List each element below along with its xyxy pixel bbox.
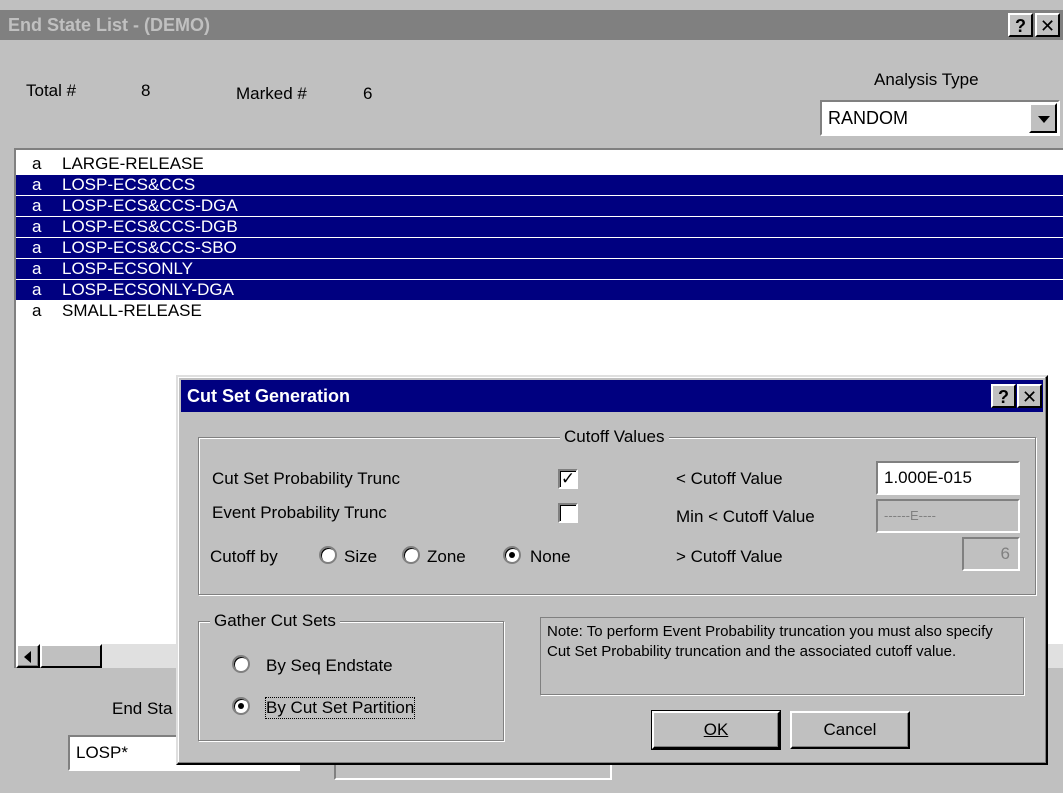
cut-set-prob-trunc-checkbox[interactable]: ✓ xyxy=(558,469,578,489)
gather-cut-sets-title: Gather Cut Sets xyxy=(210,611,340,631)
window-titlebar: End State List - (DEMO) ? ✕ xyxy=(0,10,1063,40)
window-title: End State List - (DEMO) xyxy=(8,15,210,35)
analysis-type-label: Analysis Type xyxy=(874,70,979,89)
end-state-filter-value: LOSP* xyxy=(76,743,128,762)
list-item-mark: a xyxy=(32,301,42,320)
cutoff-by-none-label: None xyxy=(530,547,571,566)
gt-cutoff-value: 6 xyxy=(1000,544,1010,563)
lt-cutoff-input[interactable]: 1.000E-015 xyxy=(876,461,1020,495)
lt-cutoff-label: < Cutoff Value xyxy=(676,469,783,488)
by-seq-endstate-radio[interactable] xyxy=(232,655,250,673)
min-lt-cutoff-label: Min < Cutoff Value xyxy=(676,507,815,526)
marked-label: Marked # xyxy=(236,84,307,103)
close-button[interactable]: ✕ xyxy=(1035,13,1060,37)
dialog-help-button[interactable]: ? xyxy=(991,384,1016,408)
ok-button-label: OK xyxy=(703,720,729,739)
list-item-name: LOSP-ECS&CCS-DGB xyxy=(62,217,238,236)
list-item-mark: a xyxy=(32,196,42,215)
dialog-titlebar: Cut Set Generation ? ✕ xyxy=(181,380,1043,412)
list-item-name: LOSP-ECS&CCS xyxy=(62,175,196,194)
list-item-mark: a xyxy=(32,280,42,299)
dialog-close-button[interactable]: ✕ xyxy=(1017,384,1042,408)
by-cut-set-partition-label: By Cut Set Partition xyxy=(264,697,416,719)
marked-value: 6 xyxy=(363,84,373,103)
list-item[interactable]: a LOSP-ECS&CCS-DGB xyxy=(16,217,1063,237)
cut-set-generation-dialog: Cut Set Generation ? ✕ Cutoff Values Cut… xyxy=(176,375,1048,765)
analysis-type-value: RANDOM xyxy=(828,108,908,128)
cutoff-by-size-radio[interactable] xyxy=(319,546,337,564)
list-item[interactable]: a LOSP-ECS&CCS xyxy=(16,175,1063,195)
list-item[interactable]: a LOSP-ECSONLY-DGA xyxy=(16,280,1063,300)
list-item[interactable]: a SMALL-RELEASE xyxy=(16,301,1063,321)
cutoff-by-size-label: Size xyxy=(344,547,378,566)
list-item-name: LOSP-ECS&CCS-DGA xyxy=(62,196,238,215)
dropdown-arrow-icon[interactable] xyxy=(1029,103,1057,133)
end-state-list-window: End State List - (DEMO) ? ✕ Total # 8 Ma… xyxy=(0,0,1063,793)
list-item-name: LOSP-ECSONLY-DGA xyxy=(62,280,234,299)
cancel-button-label: Cancel xyxy=(823,720,877,739)
cancel-button[interactable]: Cancel xyxy=(790,711,910,749)
list-item-mark: a xyxy=(32,175,42,194)
analysis-type-select[interactable]: RANDOM xyxy=(820,100,1060,136)
list-item[interactable]: a LOSP-ECS&CCS-SBO xyxy=(16,238,1063,258)
help-button[interactable]: ? xyxy=(1008,13,1033,37)
list-item-mark: a xyxy=(32,217,42,236)
list-item[interactable]: a LOSP-ECS&CCS-DGA xyxy=(16,196,1063,216)
by-seq-endstate-label: By Seq Endstate xyxy=(266,656,393,675)
ok-button[interactable]: OK xyxy=(651,710,781,750)
dialog-title: Cut Set Generation xyxy=(187,386,351,406)
truncation-note: Note: To perform Event Probability trunc… xyxy=(540,617,1024,695)
list-item-name: SMALL-RELEASE xyxy=(62,301,202,320)
cutoff-by-zone-radio[interactable] xyxy=(402,546,420,564)
list-item-name: LARGE-RELEASE xyxy=(62,154,204,173)
end-state-label: End Sta xyxy=(112,699,173,718)
min-lt-cutoff-value: ------E---- xyxy=(884,508,936,523)
cutoff-values-title: Cutoff Values xyxy=(560,427,669,447)
list-item-mark: a xyxy=(32,238,42,257)
gt-cutoff-input[interactable]: 6 xyxy=(962,537,1020,571)
list-item-mark: a xyxy=(32,154,42,173)
by-cut-set-partition-radio[interactable] xyxy=(232,697,250,715)
lt-cutoff-value: 1.000E-015 xyxy=(884,468,972,487)
scroll-left-icon[interactable] xyxy=(16,644,40,668)
cut-set-prob-trunc-label: Cut Set Probability Trunc xyxy=(212,469,401,488)
list-item-name: LOSP-ECSONLY xyxy=(62,259,194,278)
cutoff-by-none-radio[interactable] xyxy=(503,546,521,564)
cutoff-by-zone-label: Zone xyxy=(427,547,466,566)
scroll-thumb[interactable] xyxy=(40,644,102,668)
total-value: 8 xyxy=(141,81,151,100)
min-lt-cutoff-input[interactable]: ------E---- xyxy=(876,499,1020,533)
list-item[interactable]: a LARGE-RELEASE xyxy=(16,154,1063,174)
gt-cutoff-label: > Cutoff Value xyxy=(676,547,783,566)
cutoff-by-label: Cutoff by xyxy=(210,547,278,566)
list-item[interactable]: a LOSP-ECSONLY xyxy=(16,259,1063,279)
gather-cut-sets-group xyxy=(198,621,504,741)
event-prob-trunc-label: Event Probability Trunc xyxy=(212,503,387,522)
event-prob-trunc-checkbox[interactable] xyxy=(558,503,578,523)
list-item-mark: a xyxy=(32,259,42,278)
total-label: Total # xyxy=(26,81,77,100)
list-item-name: LOSP-ECS&CCS-SBO xyxy=(62,238,237,257)
